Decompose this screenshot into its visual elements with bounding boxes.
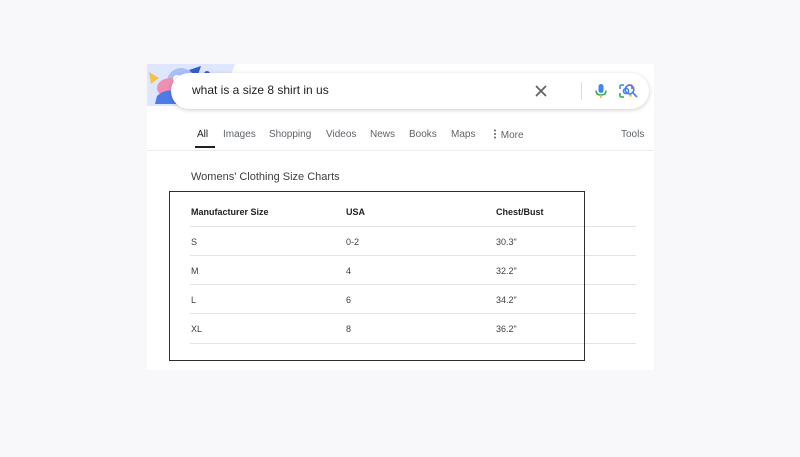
- table-cell: 0-2: [346, 237, 360, 247]
- table-cell: XL: [191, 324, 203, 334]
- vertical-dots-icon: [494, 129, 496, 139]
- tab-maps[interactable]: Maps: [451, 129, 475, 140]
- table-cell: 8: [346, 324, 352, 334]
- search-results-card: what is a size 8 shirt in us All Images …: [147, 64, 654, 370]
- table-cell: 30.3": [496, 237, 517, 247]
- tools-button[interactable]: Tools: [621, 129, 644, 140]
- search-submit-icon[interactable]: [622, 82, 640, 100]
- tab-shopping[interactable]: Shopping: [269, 129, 311, 140]
- tab-news[interactable]: News: [370, 129, 395, 140]
- microphone-icon[interactable]: [592, 82, 610, 100]
- search-bar-divider: [581, 82, 582, 100]
- table-cell: 6: [346, 295, 352, 305]
- close-icon[interactable]: [532, 82, 550, 100]
- table-cell: 34.2": [496, 295, 517, 305]
- tab-more[interactable]: More: [492, 129, 524, 141]
- table-cell: L: [191, 295, 197, 305]
- search-input[interactable]: what is a size 8 shirt in us: [192, 83, 329, 97]
- table-cell: 36.2": [496, 324, 517, 334]
- size-chart-title: Womens' Clothing Size Charts: [191, 171, 340, 183]
- active-tab-indicator: [195, 146, 215, 148]
- tabs-divider: [147, 150, 654, 151]
- table-header-cell: USA: [346, 207, 366, 217]
- search-tabs: All Images Shopping Videos News Books Ma…: [147, 124, 654, 150]
- table-header-cell: Chest/Bust: [496, 207, 544, 217]
- table-cell: 32.2": [496, 266, 517, 276]
- tab-videos[interactable]: Videos: [326, 129, 356, 140]
- table-header-cell: Manufacturer Size: [191, 207, 269, 217]
- search-bar[interactable]: what is a size 8 shirt in us: [171, 73, 649, 109]
- table-cell: M: [191, 266, 199, 276]
- tab-books[interactable]: Books: [409, 129, 437, 140]
- tab-images[interactable]: Images: [223, 129, 256, 140]
- table-cell: S: [191, 237, 198, 247]
- tab-all[interactable]: All: [197, 129, 208, 140]
- tab-more-label: More: [500, 130, 524, 141]
- table-cell: 4: [346, 266, 352, 276]
